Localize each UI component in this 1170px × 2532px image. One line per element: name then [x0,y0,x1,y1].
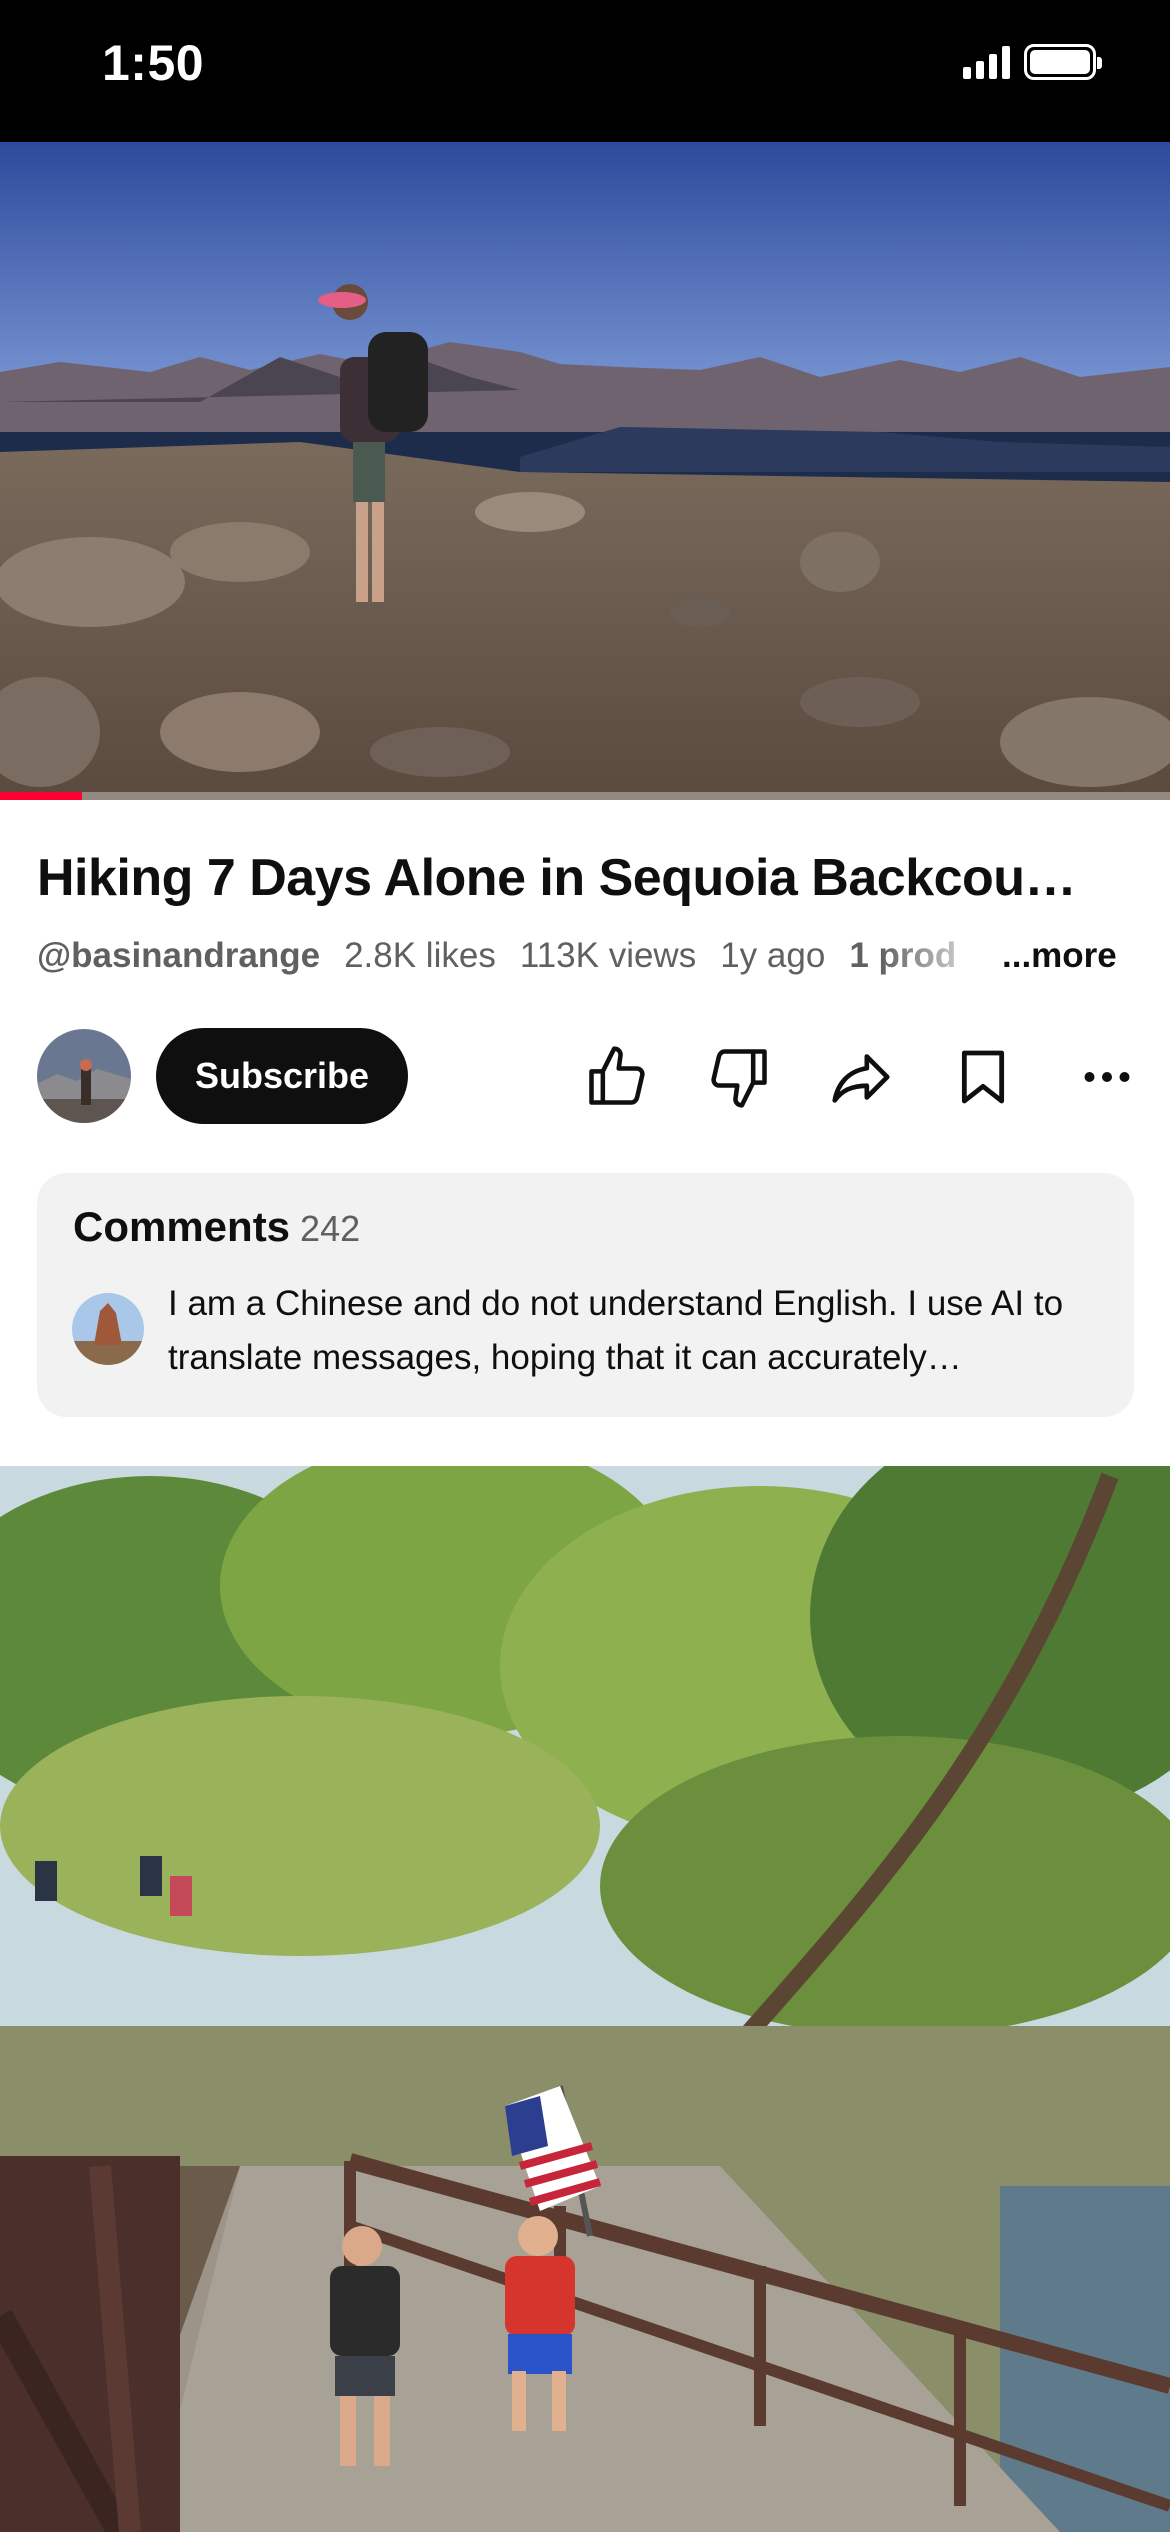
like-button[interactable] [578,1038,656,1116]
share-button[interactable] [822,1038,900,1116]
likes-count: 2.8K likes [344,936,496,975]
video-title[interactable]: Hiking 7 Days Alone in Sequoia Backcou… [37,848,1147,908]
status-icons [963,44,1102,80]
bookmark-icon [961,1050,1005,1104]
thumbs-up-icon [589,1046,645,1105]
battery-icon [1024,44,1102,80]
video-progress-bar[interactable] [0,792,1170,800]
upload-age: 1y ago [720,936,826,975]
comments-label: Comments [73,1203,291,1250]
share-icon [832,1054,890,1103]
video-metadata-row[interactable]: @basinandrange 2.8K likes 113K views 1y … [37,936,997,976]
status-bar: 1:50 [0,0,1170,142]
channel-handle[interactable]: @basinandrange [37,936,320,976]
cellular-signal-icon [963,45,1010,79]
thumbs-down-icon [711,1049,767,1108]
video-frame [0,142,1170,800]
more-actions-button[interactable] [1068,1038,1146,1116]
comments-count: 242 [300,1208,361,1249]
video-player[interactable] [0,142,1170,800]
more-link[interactable]: ...more [1002,936,1117,976]
dislike-button[interactable] [700,1038,778,1116]
status-time: 1:50 [102,35,205,91]
commenter-avatar [72,1293,144,1365]
video-progress-fill [0,792,82,800]
next-video-thumbnail[interactable] [0,1466,1170,2532]
more-horizontal-icon [1084,1072,1130,1082]
channel-avatar[interactable] [37,1029,131,1123]
save-button[interactable] [944,1038,1022,1116]
top-comment-text: I am a Chinese and do not understand Eng… [168,1284,1064,1377]
thumbnail-image [0,1466,1170,2532]
comments-heading: Comments 242 [73,1203,360,1251]
metadata-fade [880,930,1000,980]
subscribe-button[interactable]: Subscribe [156,1028,408,1124]
comments-card[interactable]: Comments 242 I am a Chinese and do not un… [37,1173,1134,1417]
views-count: 113K views [519,936,697,975]
